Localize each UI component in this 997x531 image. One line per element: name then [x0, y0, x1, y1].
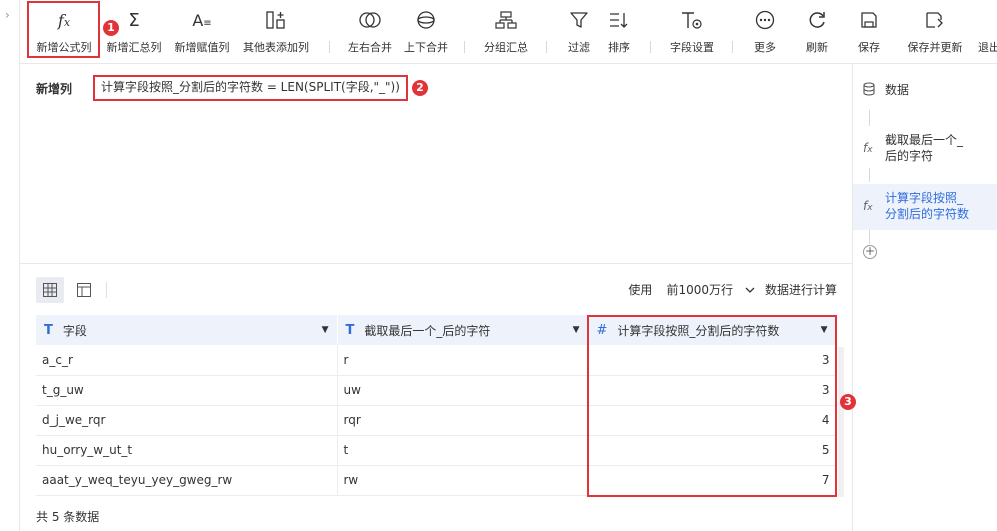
highlight-box-3 — [587, 315, 837, 497]
toolbar-label: 分组汇总 — [484, 41, 528, 54]
toolbar-label: 过滤 — [568, 41, 590, 54]
table-cell: t_g_uw — [36, 375, 338, 406]
highlight-box-2 — [93, 75, 408, 101]
chevron-right-icon[interactable]: › — [5, 8, 10, 22]
toolbar-label: 上下合并 — [404, 41, 448, 54]
calc-label: 数据进行计算 — [764, 283, 837, 297]
view-toggle — [36, 277, 98, 303]
rows-select-value: 前1000万行 — [666, 283, 733, 297]
tb-merge-icon — [416, 8, 436, 32]
rows-select[interactable]: 前1000万行 — [666, 281, 755, 298]
annotation-badge: 3 — [840, 394, 856, 410]
top-bottom-merge-button[interactable]: 上下合并 — [398, 0, 454, 64]
assign-icon: A≡ — [192, 10, 212, 30]
layout-icon — [77, 283, 91, 297]
save-update-icon — [925, 8, 945, 32]
toolbar-label: 保存并更新 — [907, 41, 963, 54]
toolbar: fx 新增公式列 Σ 新增汇总列 A≡ 新增赋值列 其他表添加列 左右合并 上下… — [20, 0, 997, 64]
toolbar-label: 其他表添加列 — [243, 41, 309, 54]
table-cell: hu_orry_w_ut_t — [36, 435, 338, 466]
add-column-from-other-table-button[interactable]: 其他表添加列 — [236, 0, 316, 64]
toolbar-label: 保存 — [858, 41, 880, 54]
sort-icon — [609, 8, 629, 32]
column-header[interactable]: T 字段 ▼ — [36, 315, 338, 345]
step-connector — [869, 230, 870, 244]
toolbar-label: 字段设置 — [670, 41, 714, 54]
separator — [464, 41, 465, 53]
toolbar-label: 左右合并 — [348, 41, 392, 54]
chevron-down-icon — [745, 287, 755, 293]
row-count: 共 5 条数据 — [36, 510, 100, 524]
refresh-icon — [807, 8, 827, 32]
table-cell: t — [337, 435, 589, 466]
scrollbar[interactable] — [838, 347, 844, 497]
divider — [106, 282, 107, 298]
collapse-strip[interactable]: › — [0, 0, 20, 531]
sort-button[interactable]: 排序 — [600, 0, 638, 64]
fx-icon: fx — [863, 141, 873, 155]
caret-down-icon[interactable]: ▼ — [322, 325, 329, 335]
grid-icon — [43, 283, 57, 297]
step-label: 截取最后一个_ 后的字符 — [885, 133, 964, 163]
table-cell: d_j_we_rqr — [36, 405, 338, 436]
step-data[interactable]: 数据 — [853, 82, 997, 102]
toolbar-label: 新增赋值列 — [174, 41, 230, 54]
separator — [546, 41, 547, 53]
use-label: 使用 — [628, 283, 653, 297]
separator — [732, 41, 733, 53]
refresh-button[interactable]: 刷新 — [796, 0, 838, 64]
annotation-badge: 2 — [412, 80, 428, 96]
separator — [650, 41, 651, 53]
filter-icon — [570, 8, 588, 32]
field-settings-icon — [681, 8, 703, 32]
toolbar-label: 更多 — [754, 41, 776, 54]
table-cell: a_c_r — [36, 345, 338, 376]
step-connector — [869, 110, 870, 126]
more-icon — [755, 8, 775, 32]
layout-view-button[interactable] — [70, 277, 98, 303]
add-column-icon — [266, 8, 286, 32]
save-button[interactable]: 保存 — [850, 0, 888, 64]
filter-button[interactable]: 过滤 — [558, 0, 600, 64]
save-icon — [860, 8, 878, 32]
table-cell: aaat_y_weq_teyu_yey_gweg_rw — [36, 465, 338, 496]
toolbar-label: 刷新 — [806, 41, 828, 54]
toolbar-label: 排序 — [608, 41, 630, 54]
database-icon — [863, 82, 885, 102]
more-button[interactable]: 更多 — [744, 0, 786, 64]
separator — [329, 41, 330, 53]
left-right-merge-button[interactable]: 左右合并 — [342, 0, 398, 64]
text-type-icon: T — [345, 322, 355, 338]
table-cell: rqr — [337, 405, 589, 436]
exit-button[interactable]: 退出 — [978, 0, 997, 64]
add-step-icon[interactable]: + — [863, 245, 877, 259]
text-type-icon: T — [44, 322, 53, 338]
step-label: 数据 — [885, 83, 910, 97]
table-cell: r — [337, 345, 589, 376]
fx-icon: fx — [863, 199, 873, 213]
annotation-badge: 1 — [103, 20, 119, 36]
group-summary-button[interactable]: 分组汇总 — [476, 0, 536, 64]
save-and-update-button[interactable]: 保存并更新 — [900, 0, 970, 64]
sigma-icon: Σ — [128, 9, 140, 31]
step-count-split[interactable]: fx 计算字段按照_ 分割后的字符数 — [853, 184, 997, 230]
caret-down-icon[interactable]: ▼ — [573, 325, 580, 335]
step-label: 计算字段按照_ 分割后的字符数 — [885, 191, 970, 221]
column-header[interactable]: T 截取最后一个_后的字符 ▼ — [337, 315, 589, 345]
table-cell: rw — [337, 465, 589, 496]
add-assign-column-button[interactable]: A≡ 新增赋值列 — [168, 0, 236, 64]
toolbar-label: 新增汇总列 — [106, 41, 162, 54]
step-connector — [869, 168, 870, 182]
highlight-box-1 — [27, 1, 100, 58]
grid-view-button[interactable] — [36, 277, 64, 303]
new-column-label: 新增列 — [36, 82, 73, 96]
lr-merge-icon — [358, 8, 382, 32]
group-icon — [495, 8, 517, 32]
calc-options: 使用 前1000万行 数据进行计算 — [628, 281, 837, 298]
table-cell: uw — [337, 375, 589, 406]
step-extract-suffix[interactable]: fx 截取最后一个_ 后的字符 — [853, 132, 997, 166]
steps-panel: 数据 fx 截取最后一个_ 后的字符 fx 计算字段按照_ 分割后的字符数 + — [852, 64, 997, 531]
toolbar-label: 退出 — [978, 41, 997, 54]
field-settings-button[interactable]: 字段设置 — [662, 0, 722, 64]
